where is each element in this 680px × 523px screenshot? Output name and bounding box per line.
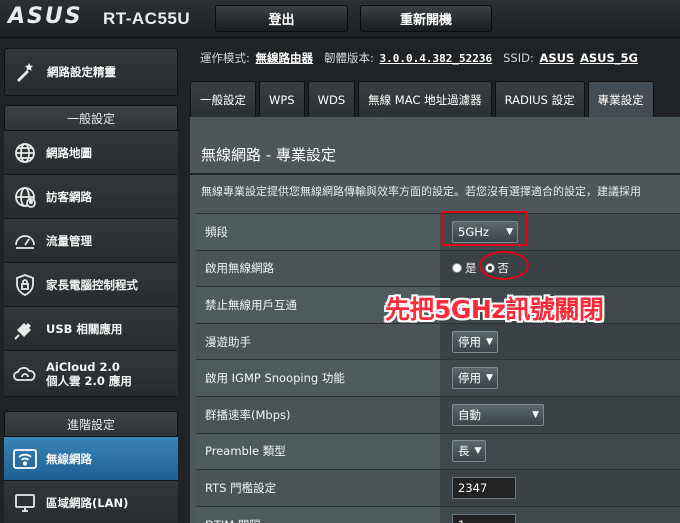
chevron-down-icon: ▼ <box>486 336 493 347</box>
tab-wds[interactable]: WDS <box>307 81 356 117</box>
cloud-icon <box>12 361 38 387</box>
aicloud-title: AiCloud 2.0 <box>46 359 120 374</box>
tab-general[interactable]: 一般設定 <box>190 81 256 117</box>
radio-label: 是 <box>465 261 477 276</box>
radio-enable-yes[interactable]: 是 <box>452 260 477 276</box>
top-bar: ASUS RT-AC55U 登出 重新開機 <box>0 0 680 38</box>
sidebar: 網路設定精靈 一般設定 網路地圖 訪客網路 流量管理 家長電腦控制程式 USB … <box>0 38 182 523</box>
dtim-input[interactable]: 1 <box>452 513 516 523</box>
reboot-button[interactable]: 重新開機 <box>360 5 492 32</box>
setting-label: DTIM 間隔 <box>196 506 440 523</box>
wizard-icon <box>13 59 39 85</box>
setting-row-igmp: 啟用 IGMP Snooping 功能 停用 ▼ <box>196 359 680 396</box>
setting-row-dtim: DTIM 間隔 1 <box>196 505 680 523</box>
annotation-highlight-band <box>442 211 527 246</box>
tab-bar: 一般設定 WPS WDS 無線 MAC 地址過濾器 RADIUS 設定 專業設定 <box>190 81 657 117</box>
sidebar-item-wireless[interactable]: 無線網路 <box>4 437 178 481</box>
igmp-select[interactable]: 停用 ▼ <box>452 367 498 390</box>
ssid-2g-link[interactable]: ASUS <box>539 51 574 65</box>
setting-label: 群播速率(Mbps) <box>196 396 440 433</box>
sidebar-item-usb-application[interactable]: USB 相關應用 <box>4 307 178 351</box>
sidebar-item-aicloud[interactable]: AiCloud 2.0 個人雲 2.0 應用 <box>4 351 178 397</box>
wifi-icon <box>12 446 38 472</box>
title-divider <box>190 173 680 175</box>
gauge-icon <box>12 228 38 254</box>
tab-mac-filter[interactable]: 無線 MAC 地址過濾器 <box>358 81 492 117</box>
tab-professional[interactable]: 專業設定 <box>587 81 654 117</box>
sidebar-item-label: USB 相關應用 <box>46 321 123 336</box>
sidebar-item-parental-controls[interactable]: 家長電腦控制程式 <box>4 263 178 307</box>
firmware-label: 韌體版本: <box>324 51 374 65</box>
sidebar-item-label: 區域網路(LAN) <box>46 495 129 510</box>
aicloud-subtitle: 個人雲 2.0 應用 <box>46 373 132 388</box>
status-line: 運作模式: 無線路由器 韌體版本: 3.0.0.4.382_52236 SSID… <box>200 50 638 66</box>
tab-radius[interactable]: RADIUS 設定 <box>494 81 585 117</box>
setting-label: RTS 門檻設定 <box>196 470 440 506</box>
preamble-select[interactable]: 長 ▼ <box>452 440 487 463</box>
igmp-select-value: 停用 <box>458 371 481 386</box>
setting-row-multicast: 群播速率(Mbps) 自動 ▼ <box>196 395 680 433</box>
setting-row-band: 頻段 5GHz ▼ <box>196 213 680 250</box>
setting-label: 啟用無線網路 <box>196 250 440 287</box>
setting-label: 頻段 <box>196 214 440 250</box>
setting-label: 漫遊助手 <box>196 323 440 360</box>
page-title: 無線網路 - 專業設定 <box>201 146 336 164</box>
sidebar-item-setup-wizard[interactable]: 網路設定精靈 <box>4 48 178 96</box>
guest-network-icon <box>12 184 38 210</box>
mode-label: 運作模式: <box>200 51 250 65</box>
router-model: RT-AC55U <box>103 9 191 28</box>
settings-table: 頻段 5GHz ▼ 啟用無線網路 是 否 禁止無線用戶互通 漫遊助手 停用 ▼ … <box>196 213 680 523</box>
preamble-select-value: 長 <box>458 444 470 459</box>
radio-dot-icon <box>452 263 462 274</box>
sidebar-item-label: 流量管理 <box>46 233 92 248</box>
setting-row-roaming: 漫遊助手 停用 ▼ <box>196 322 680 360</box>
setting-label: Preamble 類型 <box>196 433 440 470</box>
chevron-down-icon: ▼ <box>532 409 539 420</box>
sidebar-item-label: 家長電腦控制程式 <box>46 277 138 292</box>
sidebar-item-network-map[interactable]: 網路地圖 <box>4 131 178 175</box>
roaming-select[interactable]: 停用 ▼ <box>452 330 498 353</box>
setting-label: 啟用 IGMP Snooping 功能 <box>196 360 440 396</box>
sidebar-item-traffic-manager[interactable]: 流量管理 <box>4 219 178 263</box>
annotation-callout: 先把5GHz訊號關閉 <box>385 295 604 324</box>
firmware-link[interactable]: 3.0.0.4.382_52236 <box>380 52 493 65</box>
tab-wps[interactable]: WPS <box>259 81 305 117</box>
logout-button[interactable]: 登出 <box>215 5 348 32</box>
ssid-5g-link[interactable]: ASUS_5G <box>580 51 638 65</box>
sidebar-item-guest-network[interactable]: 訪客網路 <box>4 175 178 219</box>
page-description: 無線專業設定提供您無線網路傳輸與效率方面的設定。若您沒有選擇適合的設定，建議採用 <box>201 185 641 198</box>
roaming-select-value: 停用 <box>458 334 481 349</box>
sidebar-item-lan[interactable]: 區域網路(LAN) <box>4 481 178 523</box>
sidebar-item-label: 無線網路 <box>46 451 92 466</box>
mode-link[interactable]: 無線路由器 <box>256 51 314 65</box>
chevron-down-icon: ▼ <box>486 373 493 384</box>
globe-icon <box>12 140 38 166</box>
annotation-highlight-disable <box>479 251 529 280</box>
puzzle-icon <box>12 316 38 342</box>
sidebar-section-general: 一般設定 <box>4 105 178 131</box>
rts-input[interactable]: 2347 <box>452 476 516 499</box>
sidebar-section-advanced: 進階設定 <box>4 411 178 437</box>
sidebar-item-label: 訪客網路 <box>46 189 92 204</box>
setting-row-rts: RTS 門檻設定 2347 <box>196 469 680 506</box>
multicast-select[interactable]: 自動 ▼ <box>452 403 544 426</box>
asus-logo: ASUS <box>8 4 83 29</box>
sidebar-item-label: 網路設定精靈 <box>47 65 116 79</box>
chevron-down-icon: ▼ <box>474 446 482 457</box>
monitor-icon <box>12 490 38 516</box>
setting-row-preamble: Preamble 類型 長 ▼ <box>196 432 680 470</box>
lock-icon <box>12 272 38 298</box>
setting-row-enable-radio: 啟用無線網路 是 否 <box>196 249 680 287</box>
sidebar-item-label: 網路地圖 <box>46 145 92 160</box>
multicast-select-value: 自動 <box>458 407 481 422</box>
ssid-label: SSID: <box>503 51 534 65</box>
sidebar-item-label: AiCloud 2.0 個人雲 2.0 應用 <box>46 360 132 388</box>
